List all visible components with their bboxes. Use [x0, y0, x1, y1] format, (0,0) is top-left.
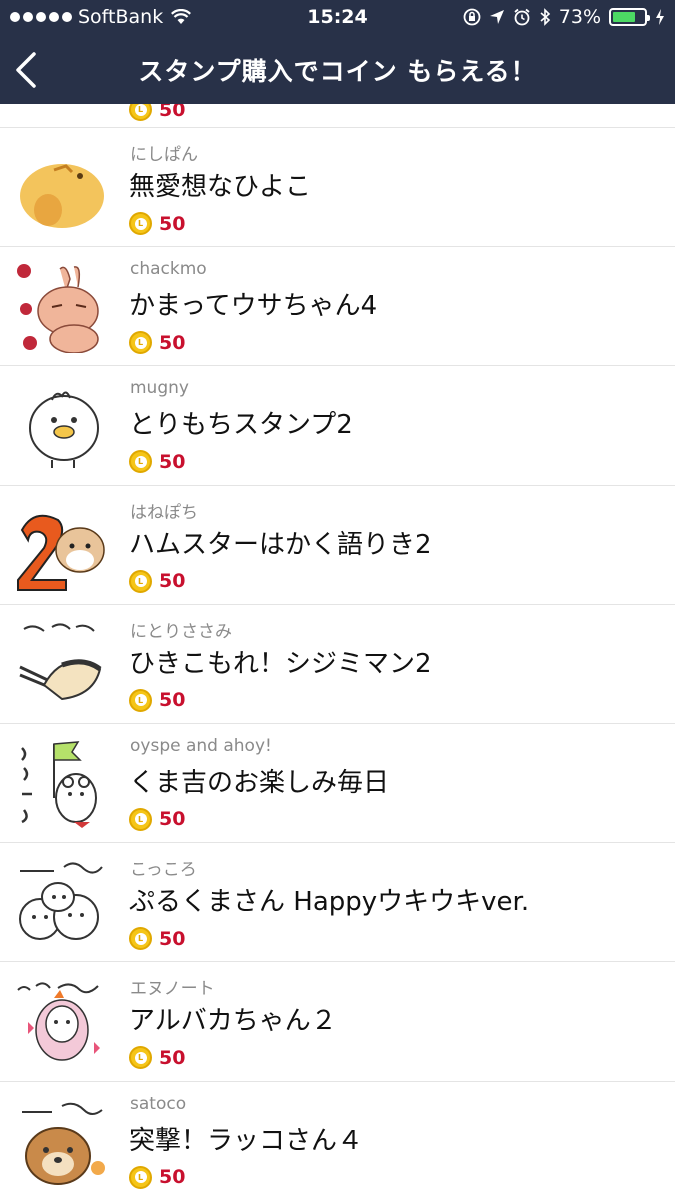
price-amount: 50	[159, 212, 186, 235]
list-item[interactable]: mugny とりもちスタンプ2 L 50	[0, 366, 675, 486]
price: L 50	[129, 331, 186, 355]
battery-icon	[609, 8, 650, 26]
coin-icon: L	[129, 1046, 152, 1070]
item-title: 突撃！ラッコさん４	[129, 1125, 364, 1156]
coin-icon: L	[129, 1165, 152, 1189]
price-amount: 50	[159, 689, 186, 712]
battery-percent: 73%	[558, 6, 601, 28]
chick-sticker-icon	[20, 164, 104, 228]
list-item[interactable]: こっころ ぷるくまさん Happyウキウキver. L 50	[0, 843, 675, 963]
bears-sticker-icon	[19, 862, 103, 941]
price-amount: 50	[159, 1166, 186, 1188]
location-arrow-icon	[489, 10, 504, 24]
price: L 50	[129, 450, 186, 474]
price: L 50	[129, 688, 186, 712]
price: L 50	[129, 1046, 186, 1070]
coin-icon: L	[129, 450, 152, 474]
price: L 50	[129, 1165, 186, 1189]
item-author: こっころ	[130, 860, 197, 881]
bear-flag-sticker-icon	[21, 741, 97, 828]
list-item[interactable]: satoco 突撃！ラッコさん４ L 50	[0, 1082, 675, 1200]
price: L 50	[129, 212, 185, 235]
price-amount: 50	[159, 570, 186, 593]
list-item[interactable]: にとりささみ ひきこもれ！シジミマン2 L 50	[0, 605, 675, 724]
price-amount: 50	[159, 104, 186, 121]
coin-icon: L	[129, 104, 152, 121]
list-item-partial[interactable]: L 50	[0, 104, 675, 128]
price-amount: 50	[159, 331, 186, 354]
list-item[interactable]: エヌノート アルバカちゃん２ L 50	[0, 962, 675, 1082]
item-author: にしぱん	[130, 145, 198, 165]
item-author: はねぽち	[130, 502, 198, 523]
coin-icon: L	[129, 212, 152, 235]
bluetooth-icon	[540, 8, 550, 26]
item-title: アルバカちゃん２	[129, 1006, 337, 1037]
price-amount: 50	[159, 808, 186, 831]
item-title: かまってウサちゃん4	[129, 291, 378, 322]
list-item[interactable]: oyspe and ahoy! くま吉のお楽しみ毎日 L 50	[0, 724, 675, 844]
hamster-sticker-icon	[17, 514, 105, 591]
list-item[interactable]: はねぽち ハムスターはかく語りき2 L 50	[0, 486, 675, 605]
coin-icon: L	[129, 331, 152, 355]
price-amount: 50	[159, 450, 186, 473]
status-bar: SoftBank 15:24 73%	[0, 0, 675, 36]
clam-sticker-icon	[19, 623, 102, 700]
item-title: 無愛想なひよこ	[129, 172, 312, 202]
coin-icon: L	[129, 569, 152, 593]
list-item[interactable]: にしぱん 無愛想なひよこ L 50	[0, 128, 675, 248]
item-author: mugny	[130, 378, 189, 399]
price-amount: 50	[159, 1046, 186, 1069]
item-author: にとりささみ	[130, 621, 232, 642]
item-title: ハムスターはかく語りき2	[129, 529, 432, 560]
item-title: とりもちスタンプ2	[129, 410, 353, 441]
price: L 50	[129, 807, 186, 831]
coin-icon: L	[129, 927, 152, 951]
item-title: ひきこもれ！シジミマン2	[129, 648, 432, 679]
otter-sticker-icon	[22, 1102, 105, 1185]
status-icons: 73%	[463, 6, 665, 28]
nav-bar: スタンプ購入でコイン もらえる！	[0, 36, 675, 104]
page-title: スタンプ購入でコイン もらえる！	[138, 57, 537, 86]
coin-icon: L	[129, 807, 152, 831]
sticker-list: L 50 にしぱん 無愛想なひよこ L 50 chackmo かまってウサちゃん…	[0, 104, 675, 1200]
item-author: エヌノート	[130, 979, 215, 1000]
rabbit-sticker-icon	[17, 264, 99, 354]
item-title: ぷるくまさん Happyウキウキver.	[129, 887, 530, 918]
rotation-lock-icon	[463, 8, 481, 26]
list-item[interactable]: chackmo かまってウサちゃん4 L 50	[0, 247, 675, 367]
item-author: chackmo	[130, 259, 207, 280]
item-title: くま吉のお楽しみ毎日	[129, 767, 390, 798]
bird-sticker-icon	[29, 391, 99, 469]
price-amount: 50	[159, 927, 186, 950]
charging-bolt-icon	[656, 9, 664, 25]
price: L 50	[129, 927, 186, 951]
item-author: satoco	[130, 1093, 187, 1114]
item-author: oyspe and ahoy!	[130, 735, 272, 756]
price: L 50	[129, 104, 185, 121]
price: L 50	[129, 569, 186, 593]
alpaca-sticker-icon	[17, 982, 100, 1062]
coin-icon: L	[129, 688, 152, 712]
alarm-icon	[514, 8, 530, 26]
